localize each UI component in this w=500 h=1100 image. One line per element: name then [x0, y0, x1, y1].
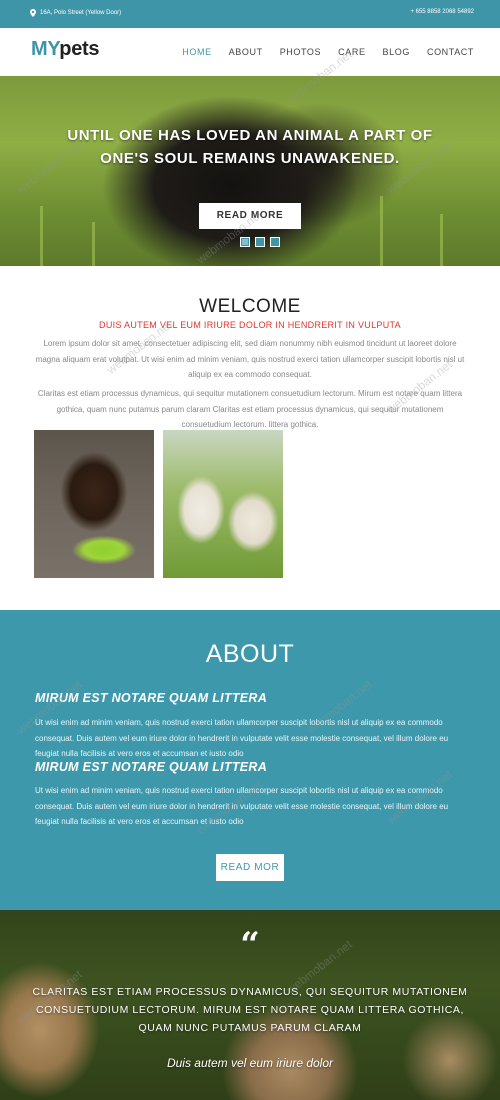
grass-decoration [40, 206, 43, 266]
grass-decoration [92, 222, 95, 266]
slider-dot-1[interactable] [240, 237, 250, 247]
grass-decoration [380, 196, 383, 266]
nav-item-about[interactable]: ABOUT [229, 47, 263, 57]
about-heading-1: MIRUM EST NOTARE QUAM LITTERA [35, 691, 268, 705]
hero-slider: UNTIL ONE HAS LOVED AN ANIMAL A PART OF … [0, 76, 500, 266]
grass-decoration [440, 214, 443, 266]
puppy-photo-golden-pups[interactable] [163, 430, 283, 578]
logo-part-pets: pets [59, 38, 100, 60]
welcome-subtitle: DUIS AUTEM VEL EUM IRIURE DOLOR IN HENDR… [99, 320, 401, 330]
main-navbar: MYpets HOME ABOUT PHOTOS CARE BLOG CONTA… [0, 28, 500, 76]
hero-headline-line1: UNTIL ONE HAS LOVED AN ANIMAL A PART OF [67, 127, 433, 144]
hero-headline-line2: ONE'S SOUL REMAINS UNAWAKENED. [100, 150, 400, 167]
about-text-2: Ut wisi enim ad minim veniam, quis nostr… [35, 786, 449, 826]
about-heading-2: MIRUM EST NOTARE QUAM LITTERA [35, 760, 268, 774]
testimonial-author: Duis autem vel eum iriure dolor [166, 1056, 334, 1070]
phone-number: + 655 8858 2068 54892 [410, 9, 474, 15]
top-info-bar: 16A, Polo Street (Yellow Door) + 655 885… [0, 0, 500, 28]
nav-item-care[interactable]: CARE [338, 47, 365, 57]
address-text: 16A, Polo Street (Yellow Door) [40, 10, 122, 16]
quote-icon: “ [240, 925, 260, 965]
hero-read-more-button[interactable]: READ MORE [199, 203, 301, 229]
hero-headline: UNTIL ONE HAS LOVED AN ANIMAL A PART OF … [40, 124, 460, 170]
welcome-title: WELCOME [199, 296, 301, 317]
about-title: ABOUT [205, 640, 295, 668]
slider-dot-2[interactable] [255, 237, 265, 247]
nav-item-contact[interactable]: CONTACT [427, 47, 474, 57]
nav-item-home[interactable]: HOME [182, 47, 211, 57]
welcome-paragraph-1: Lorem ipsum dolor sit amet, consectetuer… [35, 339, 465, 379]
address: 16A, Polo Street (Yellow Door) [30, 9, 121, 17]
nav-menu: HOME ABOUT PHOTOS CARE BLOG CONTACT [165, 47, 474, 57]
logo-part-my: MY [31, 38, 60, 60]
about-read-more-button[interactable]: READ MOR [216, 854, 284, 881]
welcome-paragraph-2: Claritas est etiam processus dynamicus, … [37, 389, 463, 429]
site-logo[interactable]: MYpets [31, 38, 100, 61]
testimonial-section: “ CLARITAS EST ETIAM PROCESSUS DYNAMICUS… [0, 910, 500, 1100]
map-pin-icon [30, 9, 36, 17]
slider-pagination [240, 237, 280, 247]
slider-dot-3[interactable] [270, 237, 280, 247]
about-text-1: Ut wisi enim ad minim veniam, quis nostr… [35, 718, 449, 758]
about-section: ABOUT MIRUM EST NOTARE QUAM LITTERA Ut w… [0, 610, 500, 910]
testimonial-quote: CLARITAS EST ETIAM PROCESSUS DYNAMICUS, … [32, 986, 468, 1034]
nav-item-blog[interactable]: BLOG [383, 47, 410, 57]
puppy-photo-chocolate-lab[interactable] [34, 430, 154, 578]
nav-item-photos[interactable]: PHOTOS [280, 47, 321, 57]
